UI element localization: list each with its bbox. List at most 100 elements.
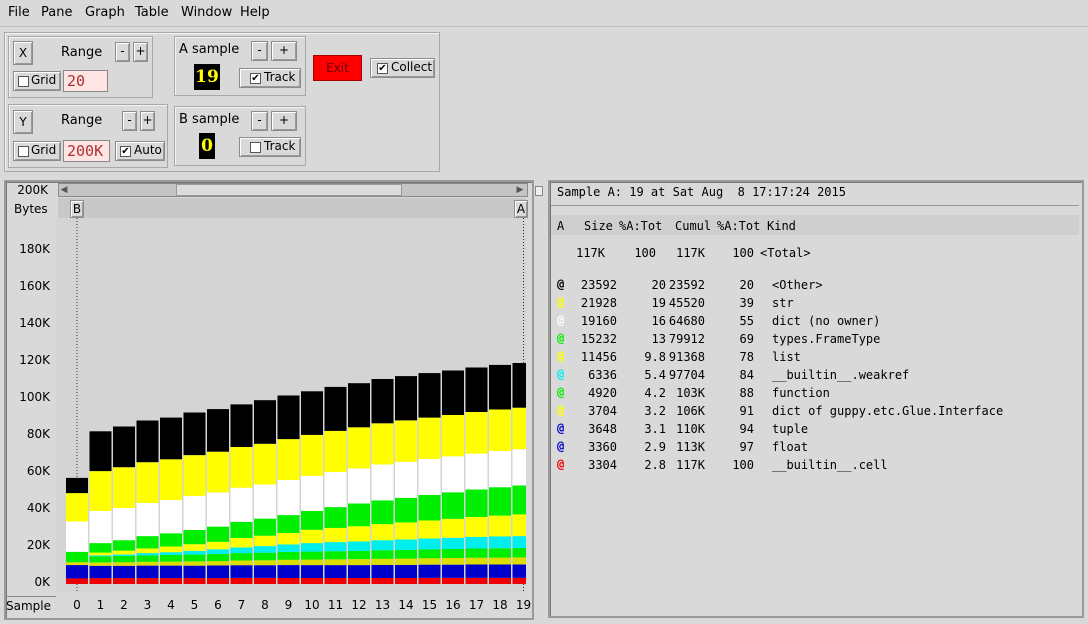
row-color-marker[interactable]: @	[557, 295, 571, 309]
bar-segment	[301, 577, 323, 584]
y-auto-checkbox[interactable]: ✔	[120, 146, 131, 157]
menu-table[interactable]: Table	[135, 5, 169, 20]
bar-segment	[512, 449, 526, 486]
bar-segment	[113, 556, 135, 563]
x-range-input[interactable]: 20	[63, 70, 108, 92]
x-axis-button[interactable]: X	[13, 41, 33, 65]
menu-window[interactable]: Window	[181, 5, 232, 20]
row-size: 15232	[580, 332, 617, 346]
row-color-marker[interactable]: @	[557, 457, 571, 471]
x-range-plus-button[interactable]: +	[133, 42, 148, 62]
bar-segment	[465, 548, 488, 558]
scroll-left-arrow-icon[interactable]: ◀	[59, 184, 69, 196]
x-range-label: Range	[61, 45, 103, 60]
bar-segment	[301, 565, 323, 578]
x-tick-label: 3	[143, 598, 152, 612]
y-range-input[interactable]: 200K	[63, 140, 110, 162]
bar-segment	[254, 484, 276, 519]
exit-button[interactable]: Exit	[313, 55, 362, 81]
b-sample-plus-button[interactable]: +	[271, 111, 297, 131]
row-kind: str	[772, 296, 794, 310]
y-tick-label: 140K	[19, 316, 50, 330]
row-color-marker[interactable]: @	[557, 277, 571, 291]
row-color-marker[interactable]: @	[557, 349, 571, 363]
b-marker[interactable]: B	[70, 200, 84, 218]
a-sample-plus-button[interactable]: +	[271, 41, 297, 61]
pane-splitter-handle[interactable]	[535, 186, 543, 196]
bar-segment	[324, 559, 347, 566]
row-cpct: 100	[732, 458, 754, 472]
bar-segment	[418, 558, 441, 565]
menu-help[interactable]: Help	[240, 5, 270, 20]
row-kind: function	[772, 386, 830, 400]
y-tick-label: 120K	[19, 353, 50, 367]
y-range-plus-button[interactable]: +	[140, 111, 155, 131]
bar-segment	[301, 510, 323, 530]
row-color-marker[interactable]: @	[557, 313, 571, 327]
row-size: 21928	[580, 296, 617, 310]
bar-segment	[395, 539, 417, 550]
y-auto-toggle[interactable]: ✔ Auto	[115, 141, 165, 161]
bar-segment	[89, 555, 112, 557]
total-cumul: 117K	[676, 246, 705, 260]
bar-segment	[418, 520, 441, 539]
y-grid-toggle[interactable]: Grid	[13, 141, 61, 161]
bar-segment	[301, 434, 323, 476]
bar-segment	[230, 447, 253, 488]
bar-segment	[348, 503, 370, 527]
bar-segment	[512, 564, 526, 578]
x-tick-label: 14	[398, 598, 414, 612]
bar-segment	[183, 565, 206, 579]
bar-segment	[160, 546, 182, 553]
a-marker[interactable]: A	[514, 200, 528, 218]
x-grid-toggle[interactable]: Grid	[13, 71, 61, 91]
a-track-toggle[interactable]: ✔ Track	[239, 68, 301, 88]
row-size: 3704	[588, 404, 617, 418]
b-track-toggle[interactable]: Track	[239, 137, 301, 157]
menu-graph[interactable]: Graph	[85, 5, 125, 20]
row-size: 23592	[580, 278, 617, 292]
a-sample-minus-button[interactable]: -	[251, 41, 268, 61]
bar-segment	[395, 577, 417, 584]
bar-segment	[160, 555, 182, 562]
row-color-marker[interactable]: @	[557, 421, 571, 435]
y-grid-checkbox[interactable]	[18, 146, 29, 157]
row-cpct: 78	[739, 350, 754, 364]
bar-segment	[395, 522, 417, 540]
total-pct: 100	[634, 246, 656, 260]
scrollbar-thumb[interactable]	[176, 184, 402, 196]
x-tick-label: 5	[190, 598, 199, 612]
row-color-marker[interactable]: @	[557, 367, 571, 381]
y-axis-button[interactable]: Y	[13, 110, 33, 134]
bar-segment	[183, 412, 206, 456]
a-track-checkbox[interactable]: ✔	[250, 73, 261, 84]
bar-segment	[89, 552, 112, 556]
row-color-marker[interactable]: @	[557, 385, 571, 399]
bar-segment	[89, 471, 112, 511]
bar-segment	[136, 578, 159, 584]
menu-file[interactable]: File	[8, 5, 30, 20]
row-color-marker[interactable]: @	[557, 331, 571, 345]
row-color-marker[interactable]: @	[557, 439, 571, 453]
sample-header: Sample A: 19 at Sat Aug 8 17:17:24 2015	[557, 185, 846, 199]
graph-scrollbar[interactable]: ◀ ▶	[58, 183, 528, 197]
bar-segment	[277, 577, 300, 584]
bar-segment	[442, 558, 464, 565]
b-sample-minus-button[interactable]: -	[251, 111, 268, 131]
scroll-right-arrow-icon[interactable]: ▶	[515, 184, 525, 196]
bar-segment	[277, 439, 300, 480]
y-range-minus-button[interactable]: -	[122, 111, 137, 131]
b-sample-label: B sample	[179, 112, 240, 127]
b-track-checkbox[interactable]	[250, 142, 261, 153]
bar-segment	[66, 493, 88, 522]
bar-segment	[230, 560, 253, 566]
menu-pane[interactable]: Pane	[41, 5, 72, 20]
collect-checkbox[interactable]: ✔	[377, 63, 388, 74]
x-grid-checkbox[interactable]	[18, 76, 29, 87]
bar-segment	[512, 577, 526, 584]
bar-segment	[371, 379, 394, 424]
bar-segment	[160, 533, 182, 547]
x-range-minus-button[interactable]: -	[115, 42, 130, 62]
collect-toggle[interactable]: ✔ Collect	[370, 58, 435, 78]
row-color-marker[interactable]: @	[557, 403, 571, 417]
